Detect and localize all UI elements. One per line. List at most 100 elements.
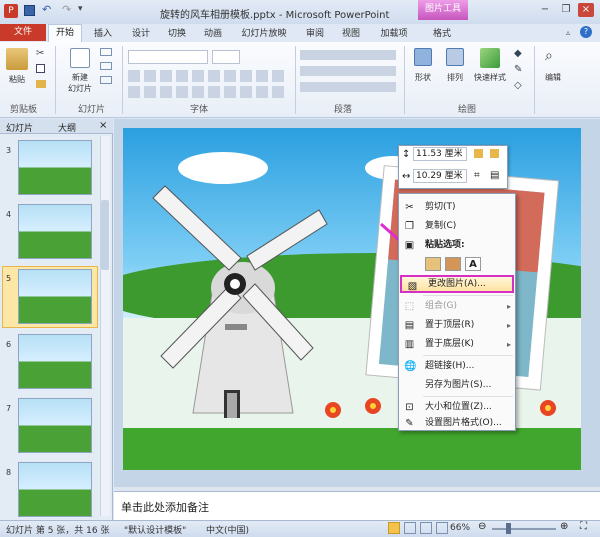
editing-label[interactable]: 编辑 — [540, 72, 566, 83]
tab-review[interactable]: 审阅 — [298, 26, 332, 42]
paste-button-label[interactable]: 粘贴 — [6, 74, 28, 85]
cut-icon: ✂ — [405, 202, 414, 213]
tab-insert[interactable]: 插入 — [86, 26, 120, 42]
notes-pane[interactable]: 单击此处添加备注 — [114, 491, 600, 520]
quick-styles-label[interactable]: 快速样式 — [470, 72, 510, 83]
slide-thumbnail[interactable] — [18, 462, 92, 517]
tab-slideshow[interactable]: 幻灯片放映 — [234, 26, 294, 42]
tab-animations[interactable]: 动画 — [196, 26, 230, 42]
height-field[interactable]: 11.53 厘米 — [413, 147, 467, 161]
slide-thumbnail[interactable] — [18, 204, 92, 259]
redo-icon[interactable]: ↷ — [62, 3, 71, 16]
editing-icon[interactable]: ⌕ — [545, 48, 553, 64]
paragraph-buttons[interactable] — [300, 50, 396, 98]
tab-file[interactable]: 文件 — [0, 24, 46, 41]
minimize-ribbon-icon[interactable]: ▵ — [566, 28, 570, 37]
tab-home[interactable]: 开始 — [48, 24, 82, 42]
menu-item-copy[interactable]: ❐ 复制(C) — [399, 217, 515, 236]
tab-design[interactable]: 设计 — [124, 26, 158, 42]
new-slide-label[interactable]: 新建 幻灯片 — [64, 72, 96, 94]
menu-item-bring-to-front[interactable]: ▤ 置于顶层(R) ▸ — [399, 316, 515, 335]
picture-style-icon[interactable]: ▤ — [490, 170, 499, 181]
font-name-field[interactable] — [128, 50, 208, 64]
submenu-arrow-icon: ▸ — [506, 302, 511, 311]
width-field[interactable]: 10.29 厘米 — [413, 169, 467, 183]
quick-access-menu-icon[interactable]: ▾ — [78, 4, 83, 14]
minimize-button[interactable]: − — [537, 3, 553, 17]
zoom-out-icon[interactable]: ⊖ — [478, 521, 486, 532]
slideshow-icon[interactable] — [436, 522, 448, 534]
undo-icon[interactable]: ↶ — [42, 3, 51, 16]
zoom-in-icon[interactable]: ⊕ — [560, 521, 568, 532]
slides-pane-scrollbar[interactable] — [100, 136, 110, 516]
height-icon: ↕ — [402, 149, 411, 160]
font-size-field[interactable] — [212, 50, 240, 64]
shape-fill-icon[interactable]: ◆ — [514, 48, 522, 59]
slide-thumbnail[interactable] — [18, 334, 92, 389]
shape-label[interactable]: 形状 — [408, 72, 438, 83]
menu-item-send-to-back[interactable]: ▥ 置于底层(K) ▸ — [399, 335, 515, 354]
app-logo-icon[interactable]: P — [4, 4, 18, 18]
menu-item-cut[interactable]: ✂ 剪切(T) — [399, 198, 515, 217]
tab-view[interactable]: 视图 — [334, 26, 368, 42]
paste-icon[interactable] — [6, 48, 28, 70]
window-title: 旋转的风车相册模板.pptx - Microsoft PowerPoint — [160, 10, 390, 21]
group-clipboard: 剪贴板 — [10, 105, 38, 115]
menu-item-change-picture[interactable]: ▧ 更改图片(A)... — [400, 275, 514, 293]
tab-slides[interactable]: 幻灯片 — [6, 121, 33, 134]
zoom-level[interactable]: 66% — [450, 523, 470, 533]
menu-item-save-as-picture[interactable]: 另存为图片(S)... — [399, 376, 515, 395]
slide-thumbnail-selected[interactable] — [18, 269, 92, 324]
copy-icon: ❐ — [405, 221, 414, 232]
font-color-buttons[interactable] — [128, 86, 288, 98]
size-position-icon: ⊡ — [405, 402, 414, 413]
paste-option-text[interactable]: A — [465, 257, 481, 271]
tab-outline[interactable]: 大纲 — [58, 121, 76, 134]
language[interactable]: 中文(中国) — [206, 523, 249, 536]
slide-thumbnail[interactable] — [18, 398, 92, 453]
send-backward-icon[interactable] — [490, 149, 499, 158]
format-painter-icon[interactable] — [36, 80, 46, 88]
slide-thumbnail[interactable] — [18, 140, 92, 195]
shape-outline-icon[interactable]: ✎ — [514, 64, 522, 75]
reset-icon[interactable] — [100, 62, 112, 70]
zoom-slider-thumb[interactable] — [506, 523, 511, 534]
menu-separator — [423, 355, 513, 356]
font-format-buttons[interactable] — [128, 70, 288, 82]
shape-icon[interactable] — [414, 48, 432, 66]
new-slide-icon[interactable] — [70, 48, 90, 68]
normal-view-icon[interactable] — [388, 522, 400, 534]
close-button[interactable]: × — [578, 3, 594, 17]
help-icon[interactable]: ? — [580, 26, 592, 38]
quick-styles-icon[interactable] — [480, 48, 500, 68]
layout-icon[interactable] — [100, 48, 112, 56]
section-icon[interactable] — [100, 76, 112, 84]
close-pane-icon[interactable]: × — [99, 120, 107, 131]
save-icon[interactable] — [24, 5, 35, 16]
paste-icon: ▣ — [404, 240, 415, 251]
fit-to-window-icon[interactable]: ⛶ — [580, 521, 587, 532]
crop-icon[interactable]: ⌗ — [474, 170, 480, 181]
cut-icon[interactable]: ✂ — [36, 48, 44, 59]
copy-icon[interactable] — [36, 64, 45, 73]
tab-addins[interactable]: 加载项 — [372, 26, 416, 42]
send-back-icon: ▥ — [404, 339, 415, 350]
restore-button[interactable]: ❐ — [558, 3, 574, 17]
menu-item-hyperlink[interactable]: 🌐 超链接(H)... — [399, 357, 515, 376]
submenu-arrow-icon: ▸ — [506, 340, 511, 349]
paste-option-picture[interactable] — [425, 257, 441, 271]
zoom-slider[interactable] — [492, 528, 556, 530]
reading-view-icon[interactable] — [420, 522, 432, 534]
ribbon-divider — [122, 46, 123, 114]
tab-format[interactable]: 格式 — [420, 26, 464, 42]
menu-item-format-picture[interactable]: ✎ 设置图片格式(O)... — [399, 414, 515, 433]
bring-forward-icon[interactable] — [474, 149, 483, 158]
scrollbar-thumb[interactable] — [101, 200, 109, 270]
slide-sorter-icon[interactable] — [404, 522, 416, 534]
paste-option-format[interactable] — [445, 257, 461, 271]
arrange-icon[interactable] — [446, 48, 464, 66]
menu-separator — [423, 295, 513, 296]
shape-effects-icon[interactable]: ◇ — [514, 80, 522, 91]
arrange-label[interactable]: 排列 — [440, 72, 470, 83]
tab-transitions[interactable]: 切换 — [160, 26, 194, 42]
